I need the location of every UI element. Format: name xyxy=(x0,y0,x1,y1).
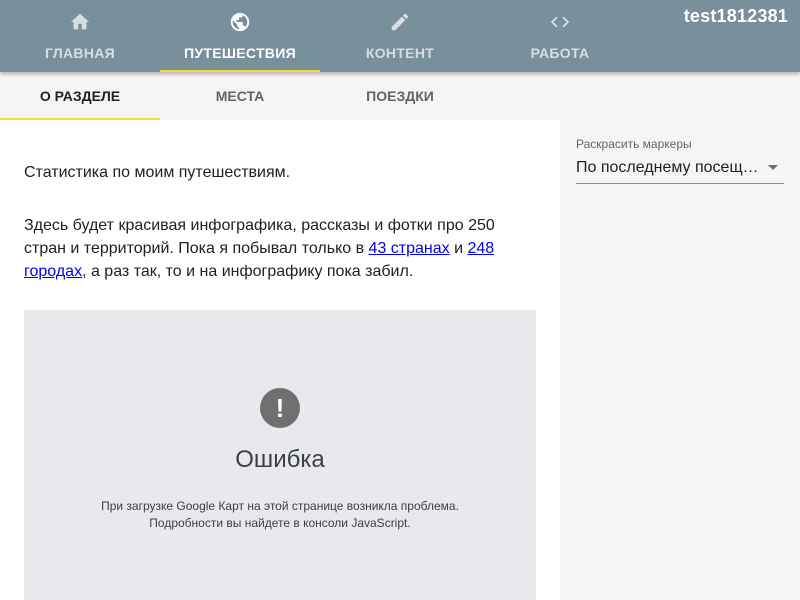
side-panel: Раскрасить маркеры По последнему посещен… xyxy=(560,72,800,600)
error-message: При загрузке Google Карт на этой страниц… xyxy=(64,498,496,532)
nav-tab-label: РАБОТА xyxy=(530,45,590,61)
exclamation-icon: ! xyxy=(260,388,300,428)
tab-trips[interactable]: ПОЕЗДКИ xyxy=(320,72,480,120)
description-part: , а раз так, то и на инфографику пока за… xyxy=(82,263,414,280)
description-part: и xyxy=(449,240,468,257)
nav-tab-work[interactable]: РАБОТА xyxy=(480,0,640,72)
error-title: Ошибка xyxy=(235,446,325,473)
home-icon xyxy=(0,10,160,34)
marker-color-select[interactable]: По последнему посещению xyxy=(576,154,784,184)
marker-color-label: Раскрасить маркеры xyxy=(576,137,692,151)
intro-text: Статистика по моим путешествиям. xyxy=(24,164,291,181)
nav-tab-home[interactable]: ГЛАВНАЯ xyxy=(0,0,160,72)
top-nav-bar: ГЛАВНАЯ ПУТЕШЕСТВИЯ КОНТЕНТ РАБОТА test1… xyxy=(0,0,800,72)
error-message-line: При загрузке Google Карт на этой страниц… xyxy=(101,499,459,513)
nav-tab-label: ГЛАВНАЯ xyxy=(44,45,115,61)
marker-color-value: По последнему посещению xyxy=(576,159,762,176)
pencil-icon xyxy=(320,10,480,34)
exclamation-symbol: ! xyxy=(275,393,285,423)
error-message-line: Подробности вы найдете в консоли JavaScr… xyxy=(149,516,411,530)
dropdown-arrow-icon xyxy=(768,165,778,170)
nav-tab-content[interactable]: КОНТЕНТ xyxy=(320,0,480,72)
code-icon xyxy=(480,10,640,34)
nav-tab-label: КОНТЕНТ xyxy=(365,45,435,61)
main-content: Статистика по моим путешествиям. Здесь б… xyxy=(0,120,560,600)
tab-places[interactable]: МЕСТА xyxy=(160,72,320,120)
sub-tab-bar: О РАЗДЕЛЕ МЕСТА ПОЕЗДКИ xyxy=(0,72,560,120)
tab-about[interactable]: О РАЗДЕЛЕ xyxy=(0,72,160,120)
nav-tab-travel[interactable]: ПУТЕШЕСТВИЯ xyxy=(160,0,320,72)
map-error-panel: ! Ошибка При загрузке Google Карт на это… xyxy=(24,310,536,600)
description-text: Здесь будет красивая инфографика, расска… xyxy=(24,214,524,283)
countries-link[interactable]: 43 странах xyxy=(369,240,450,257)
globe-icon xyxy=(160,10,320,34)
username[interactable]: test1812381 xyxy=(684,6,788,27)
nav-tab-label: ПУТЕШЕСТВИЯ xyxy=(184,45,296,61)
